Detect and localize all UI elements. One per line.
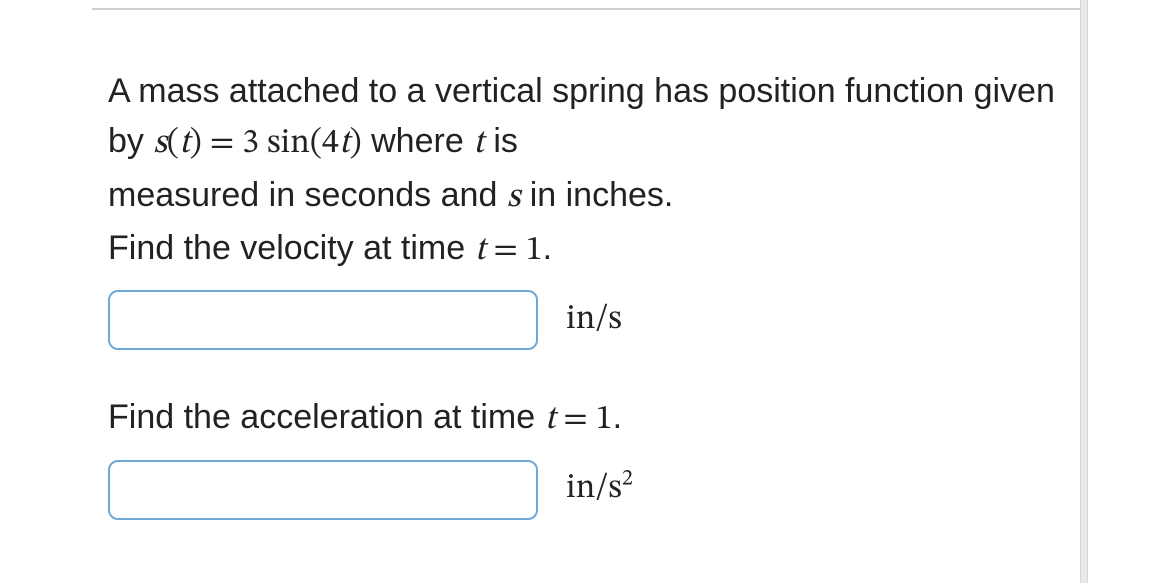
math-sin: sin [267,127,310,161]
unit-base: in/s [566,472,622,506]
math-coef-3: 3 [242,127,259,161]
problem-statement-line1: A mass attached to a vertical spring has… [108,66,1068,170]
answer-row-velocity: in/s [108,290,1068,350]
math-paren-close: ) [190,127,202,161]
divider-top [92,8,1082,10]
text: in inches. [520,176,673,214]
math-equals-3: = [555,403,595,437]
spacer [108,356,1068,392]
math-paren-open: ( [167,127,179,161]
text: Find the velocity at time [108,229,475,267]
scrollbar-rail[interactable] [1080,0,1088,583]
period: . [543,229,552,267]
velocity-input[interactable] [108,290,538,350]
unit-velocity: in/s [566,295,622,345]
math-var-s: s [507,181,520,215]
unit-exp: 2 [622,469,633,491]
question-content: A mass attached to a vertical spring has… [108,66,1068,526]
math-fn-s: s [153,127,166,161]
text-is: is [484,122,518,160]
math-var-t: t [179,127,190,161]
math-paren-close-2: ) [350,127,362,161]
math-var-t-2: t [339,127,350,161]
math-var-t-4: t [475,234,486,268]
math-equals: = [202,127,242,161]
question-2-prompt: Find the acceleration at time t = 1. [108,392,1068,445]
math-var-t-3: t [473,127,484,161]
math-coef-4: 4 [322,127,339,161]
question-1-prompt: Find the velocity at time t = 1. [108,223,1068,276]
unit-acceleration: in/s2 [566,464,633,514]
problem-statement-line2: measured in seconds and s in inches. [108,170,1068,223]
text: measured in seconds and [108,176,507,214]
period: . [613,398,622,436]
math-var-t-5: t [545,403,556,437]
question-page: A mass attached to a vertical spring has… [0,0,1170,583]
math-val-1b: 1 [596,403,613,437]
answer-row-acceleration: in/s2 [108,460,1068,520]
math-equals-2: = [485,234,525,268]
acceleration-input[interactable] [108,460,538,520]
math-paren-open-2: ( [310,127,322,161]
text: Find the acceleration at time [108,398,545,436]
text-where: where [362,122,474,160]
math-val-1: 1 [526,234,543,268]
math-space [259,127,267,161]
